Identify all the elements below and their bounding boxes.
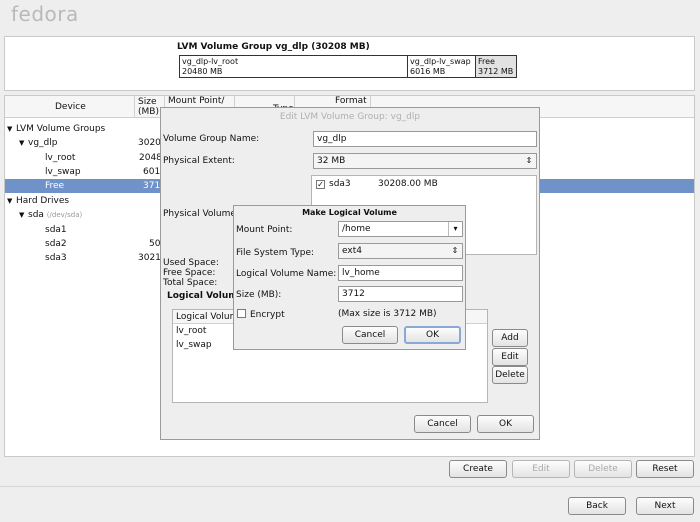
- next-button[interactable]: Next: [636, 497, 694, 515]
- row-label: sda: [28, 210, 44, 220]
- vg-segment-free[interactable]: Free 3712 MB: [476, 56, 516, 77]
- row-label: vg_dlp: [28, 138, 58, 148]
- used-space-label: Used Space:: [163, 258, 219, 268]
- edit-button[interactable]: Edit: [512, 460, 570, 478]
- fs-type-label: File System Type:: [236, 248, 315, 258]
- make-lv-dialog: Make Logical Volume Mount Point: /home ▾…: [233, 205, 466, 350]
- edit-vg-dialog-title: Edit LVM Volume Group: vg_dlp: [279, 112, 421, 122]
- row-label: lv_root: [45, 153, 76, 163]
- lv-delete-button[interactable]: Delete: [492, 366, 528, 384]
- max-size-note: (Max size is 3712 MB): [338, 309, 437, 319]
- vg-segment-lv-root[interactable]: vg_dlp-lv_root 20480 MB: [180, 56, 408, 77]
- reset-button[interactable]: Reset: [636, 460, 694, 478]
- free-space-label: Free Space:: [163, 268, 216, 278]
- lv-name-input[interactable]: lv_home: [338, 265, 463, 281]
- checkbox-unchecked-icon[interactable]: [237, 309, 246, 318]
- vg-segment-lv-swap[interactable]: vg_dlp-lv_swap 6016 MB: [408, 56, 476, 77]
- segment-name: vg_dlp-lv_swap: [410, 57, 471, 66]
- physical-extent-value: 32 MB: [317, 156, 346, 166]
- col-device[interactable]: Device: [5, 96, 135, 118]
- physical-extent-label: Physical Extent:: [163, 156, 235, 166]
- fs-type-value: ext4: [342, 246, 362, 256]
- lv-name: lv_swap: [176, 340, 212, 350]
- encrypt-label: Encrypt: [250, 310, 285, 320]
- segment-size: 20480 MB: [182, 67, 223, 76]
- encrypt-checkbox[interactable]: Encrypt: [237, 309, 285, 320]
- footer-divider: [0, 486, 700, 487]
- mount-point-combo[interactable]: /home ▾: [338, 221, 463, 237]
- vg-usage-bar: vg_dlp-lv_root 20480 MB vg_dlp-lv_swap 6…: [179, 55, 517, 78]
- row-device-path: (/dev/sda): [46, 211, 83, 219]
- vg-summary-title: LVM Volume Group vg_dlp (30208 MB): [177, 42, 370, 52]
- lv-add-button[interactable]: Add: [492, 329, 528, 347]
- logical-volumes-section-label: Logical Volum: [167, 291, 238, 301]
- lv-edit-button[interactable]: Edit: [492, 348, 528, 366]
- pv-size: 30208.00 MB: [378, 179, 438, 189]
- edit-vg-ok-button[interactable]: OK: [477, 415, 534, 433]
- create-button[interactable]: Create: [449, 460, 507, 478]
- row-label: Free: [45, 181, 65, 191]
- make-lv-dialog-title: Make Logical Volume: [302, 208, 397, 217]
- pv-item-sda3[interactable]: ✓ sda3: [316, 179, 351, 189]
- checkbox-checked-icon[interactable]: ✓: [316, 180, 325, 189]
- row-label: lv_swap: [45, 167, 81, 177]
- back-button[interactable]: Back: [568, 497, 626, 515]
- lv-name-label: Logical Volume Name:: [236, 269, 337, 279]
- size-input[interactable]: 3712: [338, 286, 463, 302]
- expanded-arrow-icon[interactable]: ▼: [7, 194, 16, 208]
- segment-name: Free: [478, 57, 495, 66]
- fedora-logo: fedora: [11, 2, 79, 26]
- mount-point-label: Mount Point:: [236, 225, 293, 235]
- delete-button[interactable]: Delete: [574, 460, 632, 478]
- physical-extent-select[interactable]: 32 MB ⇕: [313, 153, 537, 169]
- edit-vg-cancel-button[interactable]: Cancel: [414, 415, 471, 433]
- pv-name: sda3: [329, 179, 351, 189]
- make-lv-ok-button[interactable]: OK: [404, 326, 461, 344]
- vg-name-input[interactable]: vg_dlp: [313, 131, 537, 147]
- size-label: Size (MB):: [236, 290, 282, 300]
- chevron-down-icon[interactable]: ▾: [448, 222, 462, 236]
- spin-updown-icon: ⇕: [451, 246, 459, 255]
- vg-name-label: Volume Group Name:: [163, 134, 260, 144]
- total-space-label: Total Space:: [163, 278, 218, 288]
- expanded-arrow-icon[interactable]: ▼: [19, 208, 28, 222]
- expanded-arrow-icon[interactable]: ▼: [19, 136, 28, 150]
- row-label: sda1: [45, 225, 67, 235]
- row-label: sda2: [45, 239, 67, 249]
- row-label: Hard Drives: [16, 196, 70, 206]
- segment-size: 3712 MB: [478, 67, 514, 76]
- expanded-arrow-icon[interactable]: ▼: [7, 122, 16, 136]
- make-lv-cancel-button[interactable]: Cancel: [342, 326, 398, 344]
- spin-updown-icon: ⇕: [525, 156, 533, 165]
- segment-size: 6016 MB: [410, 67, 446, 76]
- mount-point-value: /home: [342, 224, 371, 234]
- segment-name: vg_dlp-lv_root: [182, 57, 239, 66]
- row-label: LVM Volume Groups: [16, 124, 106, 134]
- physical-volume-label: Physical Volume: [163, 209, 236, 219]
- fs-type-select[interactable]: ext4 ⇕: [338, 243, 463, 259]
- row-label: sda3: [45, 253, 67, 263]
